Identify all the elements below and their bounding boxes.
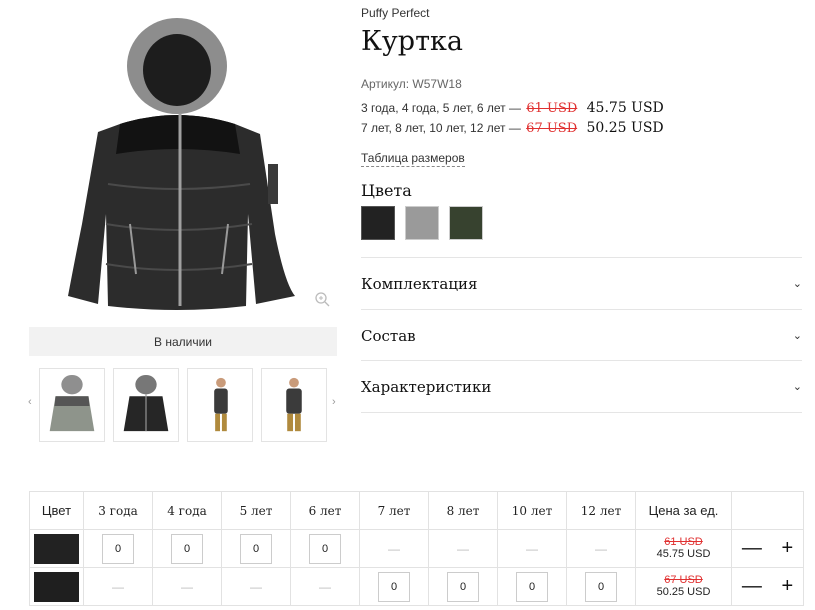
table-row: — — — — 0 0 0 0 67 USD 50.25 USD — + [29,567,804,606]
price-line: 3 года, 4 года, 5 лет, 6 лет — 61 USD 45… [361,100,664,116]
color-swatch [34,533,79,564]
unavailable-dash: — [457,542,469,556]
accordion-equipment[interactable]: Комплектация ⌄ [361,257,802,309]
grid-header-row: Цвет 3 года 4 года 5 лет 6 лет 7 лет 8 л… [29,491,804,530]
order-grid: Цвет 3 года 4 года 5 лет 6 лет 7 лет 8 л… [29,491,804,606]
quantity-input[interactable]: 0 [309,533,341,564]
thumbnail-black-jacket[interactable] [113,368,179,442]
old-price: 67 USD [526,121,578,136]
unit-price-cell: 61 USD 45.75 USD [635,529,732,568]
quantity-input[interactable]: 0 [102,533,134,564]
unavailable-dash: — [181,580,193,594]
header-size: 12 лет [566,491,636,530]
unavailable-dash: — [319,580,331,594]
unavailable-dash: — [250,580,262,594]
color-swatch-olive[interactable] [449,206,483,240]
color-swatch-grey[interactable] [405,206,439,240]
quantity-input[interactable]: 0 [240,533,272,564]
product-title: Куртка [361,26,463,57]
accordion-characteristics[interactable]: Характеристики ⌄ [361,360,802,412]
product-sku: Артикул: W57W18 [361,77,462,91]
accordion-composition[interactable]: Состав ⌄ [361,309,802,361]
old-price: 67 USD [664,574,703,586]
main-product-image[interactable] [60,14,310,310]
thumbnail-model-side[interactable] [187,368,253,442]
new-price: 45.75 USD [586,100,664,116]
size-table-link[interactable]: Таблица размеров [361,151,465,167]
quantity-input[interactable]: 0 [516,571,548,602]
table-row: 0 0 0 0 — — — — 61 USD 45.75 USD — + [29,529,804,568]
chevron-down-icon: ⌄ [792,277,802,290]
color-cell [29,529,84,568]
stock-status: В наличии [29,327,337,356]
price-line: 7 лет, 8 лет, 10 лет, 12 лет — 67 USD 50… [361,120,664,136]
plus-button[interactable]: + [781,537,793,560]
unavailable-dash: — [595,542,607,556]
accordion-label: Комплектация [361,274,478,293]
quantity-input[interactable]: 0 [171,533,203,564]
quantity-input[interactable]: 0 [585,571,617,602]
chevron-down-icon: ⌄ [792,329,802,342]
plus-button[interactable]: + [781,575,793,598]
header-unit-price: Цена за ед. [635,491,732,530]
unavailable-dash: — [112,580,124,594]
old-price: 61 USD [526,101,578,116]
color-swatch [34,571,79,602]
quantity-input[interactable]: 0 [447,571,479,602]
price-sizes: 3 года, 4 года, 5 лет, 6 лет — [361,101,521,115]
header-size: 5 лет [221,491,291,530]
new-price: 45.75 USD [656,548,711,560]
colors-heading: Цвета [361,181,412,200]
minus-button[interactable]: — [742,575,762,598]
header-size: 4 года [152,491,222,530]
chevron-down-icon: ⌄ [792,380,802,393]
minus-button[interactable]: — [742,537,762,560]
accordion-label: Характеристики [361,377,492,396]
old-price: 61 USD [664,536,703,548]
color-cell [29,567,84,606]
new-price: 50.25 USD [656,586,711,598]
thumbnail-model-front[interactable] [261,368,327,442]
header-size: 8 лет [428,491,498,530]
header-color: Цвет [29,491,84,530]
price-sizes: 7 лет, 8 лет, 10 лет, 12 лет — [361,121,521,135]
carousel-prev-icon[interactable]: ‹ [28,396,32,408]
header-size: 10 лет [497,491,567,530]
color-swatch-black[interactable] [361,206,395,240]
header-size: 7 лет [359,491,429,530]
accordion-label: Состав [361,326,416,345]
quantity-input[interactable]: 0 [378,571,410,602]
header-actions [731,491,804,530]
thumbnail-grey-jacket[interactable] [39,368,105,442]
actions-cell: — + [731,567,804,606]
header-size: 6 лет [290,491,360,530]
new-price: 50.25 USD [586,120,664,136]
carousel-next-icon[interactable]: › [332,396,336,408]
thumbnail-carousel: ‹ › [24,366,344,444]
divider [361,412,802,413]
brand-name: Puffy Perfect [361,6,430,20]
actions-cell: — + [731,529,804,568]
unit-price-cell: 67 USD 50.25 USD [635,567,732,606]
zoom-in-icon[interactable] [314,291,330,307]
header-size: 3 года [83,491,153,530]
unavailable-dash: — [526,542,538,556]
unavailable-dash: — [388,542,400,556]
